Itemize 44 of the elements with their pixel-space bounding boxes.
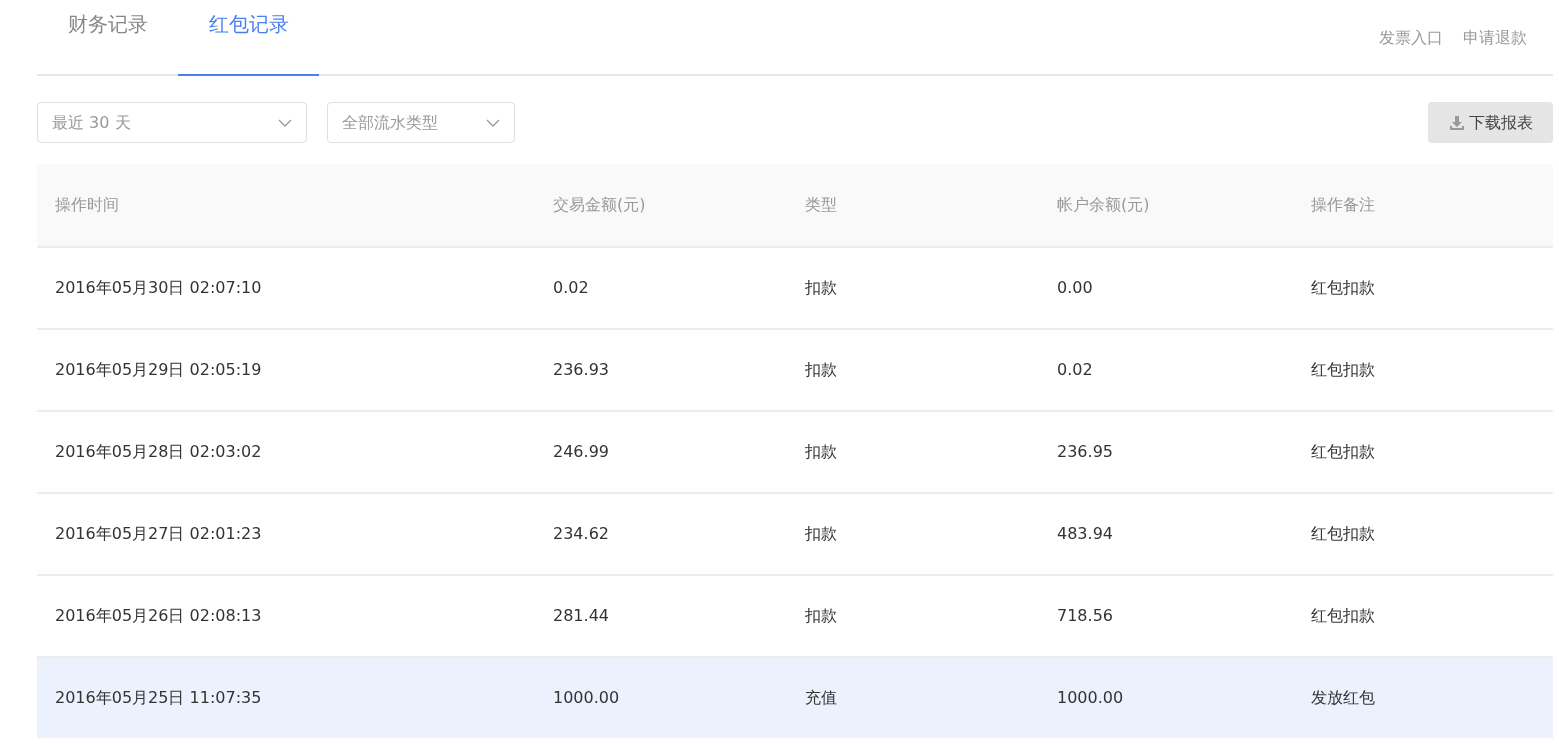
table-cell: 1000.00 bbox=[1057, 688, 1124, 707]
table-cell: 2016年05月29日 02:05:19 bbox=[55, 360, 262, 379]
table-cell: 2016年05月28日 02:03:02 bbox=[55, 442, 262, 461]
table-cell: 2016年05月27日 02:01:23 bbox=[55, 524, 262, 543]
column-header: 帐户余额(元) bbox=[1057, 195, 1150, 214]
table-cell: 2016年05月30日 02:07:10 bbox=[55, 278, 262, 297]
table-cell: 扣款 bbox=[805, 278, 837, 297]
dropdown-value: 全部流水类型 bbox=[342, 111, 438, 134]
table-row[interactable]: 2016年05月25日 11:07:35 1000.00 充值 1000.00 发放红包 bbox=[37, 656, 1553, 738]
table-cell: 0.02 bbox=[553, 278, 589, 297]
table-cell: 红包扣款 bbox=[1311, 524, 1375, 543]
table-cell: 0.02 bbox=[1057, 360, 1093, 379]
tab[interactable]: 红包记录 bbox=[178, 0, 319, 76]
download-icon bbox=[1448, 114, 1465, 131]
table-cell: 充值 bbox=[805, 688, 837, 707]
table-cell: 246.99 bbox=[553, 442, 609, 461]
table-cell: 236.95 bbox=[1057, 442, 1113, 461]
table-cell: 236.93 bbox=[553, 360, 609, 379]
table-cell: 发放红包 bbox=[1311, 688, 1375, 707]
table-cell: 红包扣款 bbox=[1311, 278, 1375, 297]
table-cell: 扣款 bbox=[805, 524, 837, 543]
column-header: 类型 bbox=[805, 195, 837, 214]
table-cell: 扣款 bbox=[805, 606, 837, 625]
table-cell: 红包扣款 bbox=[1311, 606, 1375, 625]
table-cell: 2016年05月26日 02:08:13 bbox=[55, 606, 262, 625]
column-header: 交易金额(元) bbox=[553, 195, 646, 214]
table-cell: 扣款 bbox=[805, 360, 837, 379]
column-header: 操作备注 bbox=[1311, 195, 1375, 214]
table-cell: 扣款 bbox=[805, 442, 837, 461]
table-cell: 0.00 bbox=[1057, 278, 1093, 297]
chevron-down-icon bbox=[486, 118, 500, 127]
table-cell: 718.56 bbox=[1057, 606, 1113, 625]
table-cell: 483.94 bbox=[1057, 524, 1113, 543]
tab[interactable]: 财务记录 bbox=[37, 0, 178, 76]
table-cell: 1000.00 bbox=[553, 688, 620, 707]
column-header: 操作时间 bbox=[55, 195, 119, 214]
download-button[interactable]: 下载报表 bbox=[1428, 102, 1553, 143]
dropdown-value: 最近 30 天 bbox=[52, 111, 131, 134]
table-cell: 红包扣款 bbox=[1311, 360, 1375, 379]
table-cell: 281.44 bbox=[553, 606, 609, 625]
table-cell: 2016年05月25日 11:07:35 bbox=[55, 688, 262, 707]
table-cell: 234.62 bbox=[553, 524, 609, 543]
table-cell: 红包扣款 bbox=[1311, 442, 1375, 461]
chevron-down-icon bbox=[278, 118, 292, 127]
